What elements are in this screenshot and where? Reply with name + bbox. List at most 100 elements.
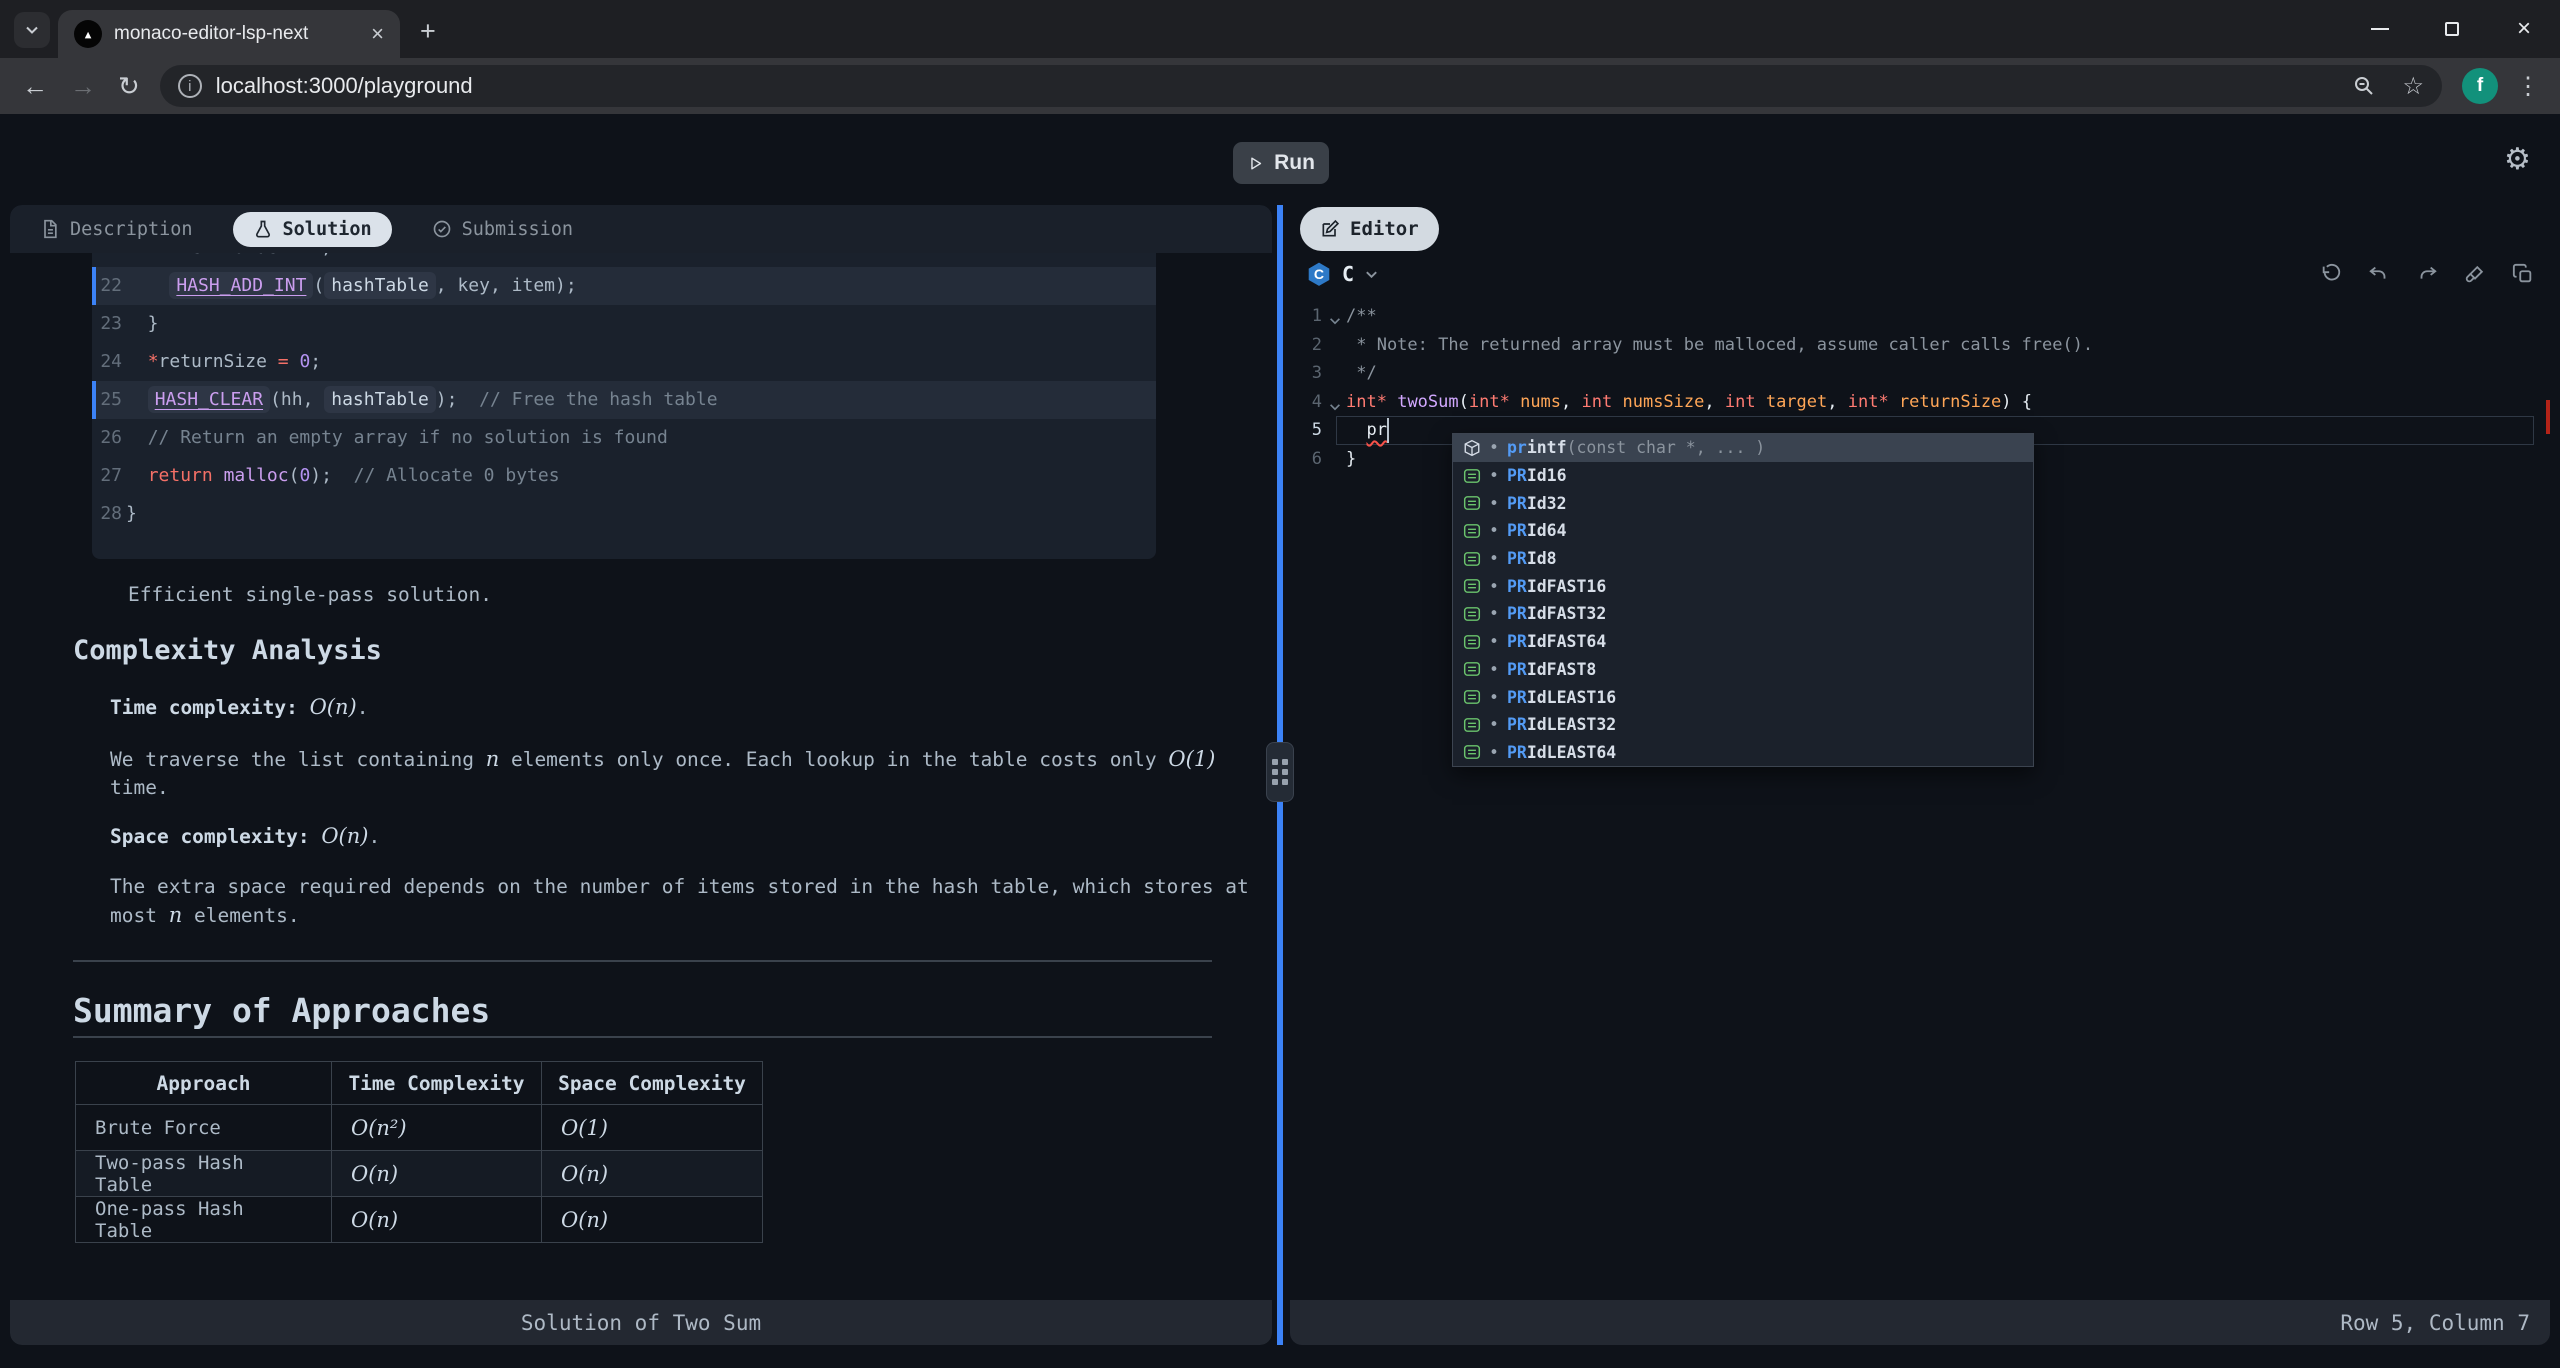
panel-tab-solution[interactable]: Solution [233,212,392,247]
text-segment: elements. [182,904,299,927]
browser-menu-icon[interactable]: ⋮ [2516,72,2540,101]
format-brush-icon[interactable] [2464,263,2486,285]
reload-button[interactable]: ↻ [118,71,140,102]
text-segment: We traverse the list containing [110,748,486,771]
run-button[interactable]: Run [1233,142,1329,184]
text-segment: target [1766,392,1827,412]
code-text: * Note: The returned array must be mallo… [1346,331,2093,360]
text-segment [1889,392,1899,412]
suggestion-item[interactable]: •PRId8 [1453,545,2033,573]
panel-divider-grip[interactable] [1266,742,1294,802]
suggestion-label: PRId8 [1507,549,1557,568]
editor-code-line: 2 * Note: The returned array must be mal… [1290,331,2550,360]
code-line: 25 HASH_CLEAR(hh, hashTable); // Free th… [92,381,1156,419]
editor-code-line: 3 */ [1290,359,2550,388]
edit-pencil-icon [1320,219,1340,239]
suggestion-item[interactable]: •PRId32 [1453,489,2033,517]
chevron-down-icon [24,22,40,38]
suggestion-label: PRIdFAST32 [1507,604,1606,623]
text-segment: int [1582,392,1613,412]
text-segment: nums [1520,392,1561,412]
bookmark-star-icon[interactable]: ☆ [2402,72,2424,101]
settings-gear-icon[interactable]: ⚙ [2504,142,2531,177]
back-button[interactable]: ← [22,71,48,102]
solution-panel-tabs: Description Solution Submission [10,205,1272,253]
site-info-icon[interactable]: i [178,74,202,98]
suggestion-item[interactable]: • PRIdFAST8 [1453,656,2033,684]
suggestion-item[interactable]: •PRIdLEAST16 [1453,683,2033,711]
reset-icon[interactable] [2320,263,2342,285]
window-minimize-button[interactable] [2344,0,2416,58]
text-segment [126,389,148,410]
text-segment [126,465,148,486]
code-line: 24 *returnSize = 0; [92,343,1156,381]
window-close-button[interactable]: × [2488,0,2560,58]
suggestion-label: PRId64 [1507,521,1567,540]
window-maximize-button[interactable] [2416,0,2488,58]
suggestion-item[interactable]: •PRId64 [1453,517,2033,545]
line-number: 24 [96,343,122,381]
text-segment: . [357,696,369,719]
minimize-icon [2371,28,2389,30]
undo-icon[interactable] [2368,263,2390,285]
line-number: 22 [96,267,122,305]
text-segment: (hh, [270,389,324,410]
suggestion-item[interactable]: •PRIdFAST16 [1453,572,2033,600]
editor-code-area[interactable]: 1/**2 * Note: The returned array must be… [1290,297,2550,1300]
text-segment: int* [1469,392,1510,412]
suggestion-item[interactable]: •PRIdLEAST32 [1453,711,2033,739]
snippet-icon [1463,716,1481,734]
profile-avatar[interactable]: f [2462,68,2498,104]
snippet-icon [1463,550,1481,568]
text-segment: } [126,313,159,334]
suggestion-item[interactable]: •PRIdFAST32 [1453,600,2033,628]
redo-icon[interactable] [2416,263,2438,285]
copy-icon[interactable] [2512,263,2534,285]
suggestion-item[interactable]: •PRIdFAST64 [1453,628,2033,656]
panel-tab-description[interactable]: Description [40,219,193,240]
text-segment: // Return an empty array if no solution … [148,427,668,448]
suggestion-label: PRIdLEAST32 [1507,715,1616,734]
approach-cell: Two-pass Hash Table [76,1151,332,1197]
suggestion-label: PRIdFAST16 [1507,577,1606,596]
text-segment: , [1827,392,1847,412]
panel-tab-submission[interactable]: Submission [432,219,573,240]
panel-tab-label: Solution [283,219,372,240]
forward-button[interactable]: → [70,71,96,102]
line-number: 4 [1290,388,1322,417]
browser-tab[interactable]: ▲ monaco-editor-lsp-next × [58,10,400,58]
editor-tab[interactable]: Editor [1300,207,1439,251]
suggestion-item[interactable]: •PRId16 [1453,462,2033,490]
text-segment: ( [313,275,324,296]
zoom-out-icon[interactable] [2352,74,2376,98]
file-icon [40,219,60,239]
suggestion-item[interactable]: •PRIdLEAST64 [1453,739,2033,767]
line-number: 26 [96,419,122,457]
language-selector[interactable]: C C [1306,261,1379,287]
snippet-icon [1463,688,1481,706]
suggestion-bullet: • [1489,660,1499,679]
suggestion-item[interactable]: •printf(const char *, ... ) [1453,434,2033,462]
editor-tab-label: Editor [1350,218,1419,240]
address-bar[interactable]: i localhost:3000/playground ☆ [160,65,2442,107]
space-cell: O(n) [542,1197,763,1243]
url-text[interactable]: localhost:3000/playground [216,73,473,99]
solution-panel-body[interactable]: 21 item→value = 1;22 HASH_ADD_INT(hashTa… [10,205,1272,1300]
tab-close-icon[interactable]: × [371,21,384,47]
tab-favicon: ▲ [74,20,102,48]
text-segment: ); [310,465,353,486]
summary-heading: Summary of Approaches [73,991,490,1030]
text-segment: hashTable [324,386,436,413]
snippet-icon [1463,467,1481,485]
text-segment [126,351,148,372]
text-segment: // Free the hash table [479,389,717,410]
line-number: 25 [96,381,122,419]
new-tab-button[interactable]: + [420,16,436,47]
tab-search-button[interactable] [14,12,50,48]
text-segment: , [1561,392,1581,412]
line-number: 1 [1290,302,1322,331]
suggestion-bullet: • [1489,494,1499,513]
suggestion-bullet: • [1489,438,1499,457]
suggestion-label: PRIdFAST8 [1507,660,1596,679]
line-number: 3 [1290,359,1322,388]
